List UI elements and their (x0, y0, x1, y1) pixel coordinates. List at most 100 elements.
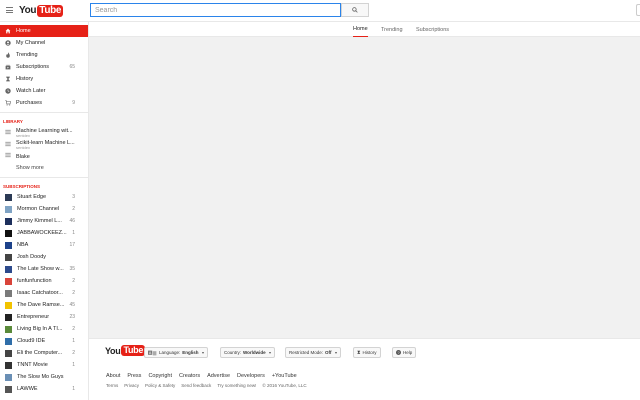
footer-link-try-something-new[interactable]: Try something new! (217, 383, 256, 388)
channel-name: Isaac Catchatoor... (17, 290, 63, 296)
subscription-item[interactable]: Jimmy Kimmel L... 46 (0, 215, 88, 227)
new-videos-count: 2 (72, 278, 75, 284)
person-icon (5, 40, 11, 46)
subscription-item[interactable]: Mormon Channel 2 (0, 203, 88, 215)
channel-name: The Dave Ramse... (17, 302, 65, 308)
subscription-item[interactable]: The Slow Mo Guys (0, 371, 88, 383)
playlist-icon (5, 152, 11, 160)
subscription-item[interactable]: funfunfunction 2 (0, 275, 88, 287)
clock-icon (5, 88, 11, 94)
search-button[interactable] (341, 3, 369, 17)
search-input[interactable] (90, 3, 341, 17)
sidebar-item-subscriptions[interactable]: Subscriptions 65 (0, 61, 88, 73)
library-item[interactable]: Scikit-learn Machine L... sentdex (0, 138, 88, 150)
subscription-item[interactable]: Living Big In A TI... 2 (0, 323, 88, 335)
country-button[interactable]: Country: Worldwide (220, 347, 275, 358)
channel-avatar (5, 313, 12, 321)
footer-link-policy-safety[interactable]: Policy & Safety (145, 383, 175, 388)
channel-name: Stuart Edge (17, 194, 47, 200)
footer-link-send-feedback[interactable]: Send feedback (181, 383, 211, 388)
new-videos-count: 35 (69, 266, 75, 272)
new-videos-count: 17 (69, 242, 75, 248)
chevron-down-icon (201, 351, 204, 354)
tab-subscriptions[interactable]: Subscriptions (416, 22, 449, 37)
channel-avatar (5, 337, 12, 345)
tab-trending[interactable]: Trending (381, 22, 403, 37)
channel-avatar (5, 217, 12, 225)
footer-logo[interactable]: You Tube (105, 345, 146, 356)
channel-avatar (5, 241, 12, 249)
history-button[interactable]: ⧗ History (353, 347, 381, 358)
channel-avatar (5, 301, 12, 309)
library-item-title: Blake (16, 153, 30, 160)
cart-icon (5, 100, 11, 106)
subscription-item[interactable]: Isaac Catchatoor... 2 (0, 287, 88, 299)
subscription-item[interactable]: LAWWE 1 (0, 383, 88, 395)
footer-link-copyright[interactable]: Copyright (148, 373, 172, 379)
sidebar-item-history[interactable]: History (0, 73, 88, 85)
sidebar-item-label: Subscriptions (16, 64, 50, 70)
channel-avatar (5, 253, 12, 261)
channel-name: Cloud9 IDE (17, 338, 46, 344)
youtube-logo[interactable]: You Tube (19, 4, 64, 17)
playlist-icon (5, 126, 11, 137)
channel-avatar (5, 325, 12, 333)
library-item-text: Machine Learning wit... sentdex (16, 126, 73, 138)
subscription-item[interactable]: Stuart Edge 3 (0, 191, 88, 203)
new-videos-count: 1 (72, 338, 75, 344)
channel-name: Mormon Channel (17, 206, 60, 212)
footer-link-advertise[interactable]: Advertise (207, 373, 230, 379)
library-item[interactable]: Machine Learning wit... sentdex (0, 126, 88, 138)
channel-name: The Slow Mo Guys (17, 374, 64, 380)
help-button[interactable]: ? Help (392, 347, 417, 358)
subscription-item[interactable]: Entrepreneur 23 (0, 311, 88, 323)
new-videos-count: 23 (69, 314, 75, 320)
upload-button[interactable] (636, 4, 640, 16)
menu-icon[interactable] (6, 7, 13, 14)
footer-link-press[interactable]: Press (127, 373, 141, 379)
channel-name: funfunfunction (17, 278, 52, 284)
footer-link-privacy[interactable]: Privacy (124, 383, 139, 388)
channel-avatar (5, 289, 12, 297)
sidebar-item-home[interactable]: Home (0, 25, 88, 37)
subscription-item[interactable]: Josh Doody (0, 251, 88, 263)
footer-link-about[interactable]: About (106, 373, 120, 379)
restricted-mode-button[interactable]: Restricted Mode: Off (285, 347, 341, 358)
subscription-item[interactable]: The Late Show w... 35 (0, 263, 88, 275)
sidebar-item-purchases[interactable]: Purchases 9 (0, 97, 88, 109)
subscription-item[interactable]: TNNT Movie 1 (0, 359, 88, 371)
new-videos-count: 2 (72, 326, 75, 332)
tab-home[interactable]: Home (353, 22, 368, 37)
footer-link-creators[interactable]: Creators (179, 373, 200, 379)
subscriptions-icon (5, 64, 11, 70)
footer-link-terms[interactable]: Terms (106, 383, 118, 388)
sidebar-item-label: Trending (16, 52, 38, 58)
show-more-link[interactable]: Show more (0, 162, 88, 174)
channel-avatar (5, 373, 12, 381)
library-item[interactable]: Blake (0, 150, 88, 162)
subscription-item[interactable]: NBA 17 (0, 239, 88, 251)
library-item-text: Blake (16, 152, 30, 160)
channel-name: Living Big In A TI... (17, 326, 63, 332)
sidebar-item-my-channel[interactable]: My Channel (0, 37, 88, 49)
search-icon (352, 7, 358, 13)
divider (0, 112, 88, 113)
new-videos-count: 2 (72, 290, 75, 296)
new-videos-count: 1 (72, 362, 75, 368)
new-videos-count: 2 (72, 206, 75, 212)
library-title: LIBRARY (3, 118, 23, 124)
subscription-item[interactable]: Eli the Computer... 2 (0, 347, 88, 359)
subscription-item[interactable]: JABBAWOCKEEZ... 1 (0, 227, 88, 239)
sidebar-item-label: Purchases (16, 100, 42, 106)
subscriptions-title: SUBSCRIPTIONS (3, 183, 41, 189)
subscription-item[interactable]: The Dave Ramse... 45 (0, 299, 88, 311)
footer-link-developers[interactable]: Developers (237, 373, 265, 379)
language-button[interactable]: A Language: English (144, 347, 208, 358)
footer-link-youtube[interactable]: +YouTube (272, 373, 297, 379)
new-videos-count: 45 (69, 302, 75, 308)
channel-name: Jimmy Kimmel L... (17, 218, 62, 224)
subscription-item[interactable]: Cloud9 IDE 1 (0, 335, 88, 347)
sidebar-item-watch-later[interactable]: Watch Later (0, 85, 88, 97)
channel-name: Josh Doody (17, 254, 47, 260)
sidebar-item-trending[interactable]: Trending (0, 49, 88, 61)
